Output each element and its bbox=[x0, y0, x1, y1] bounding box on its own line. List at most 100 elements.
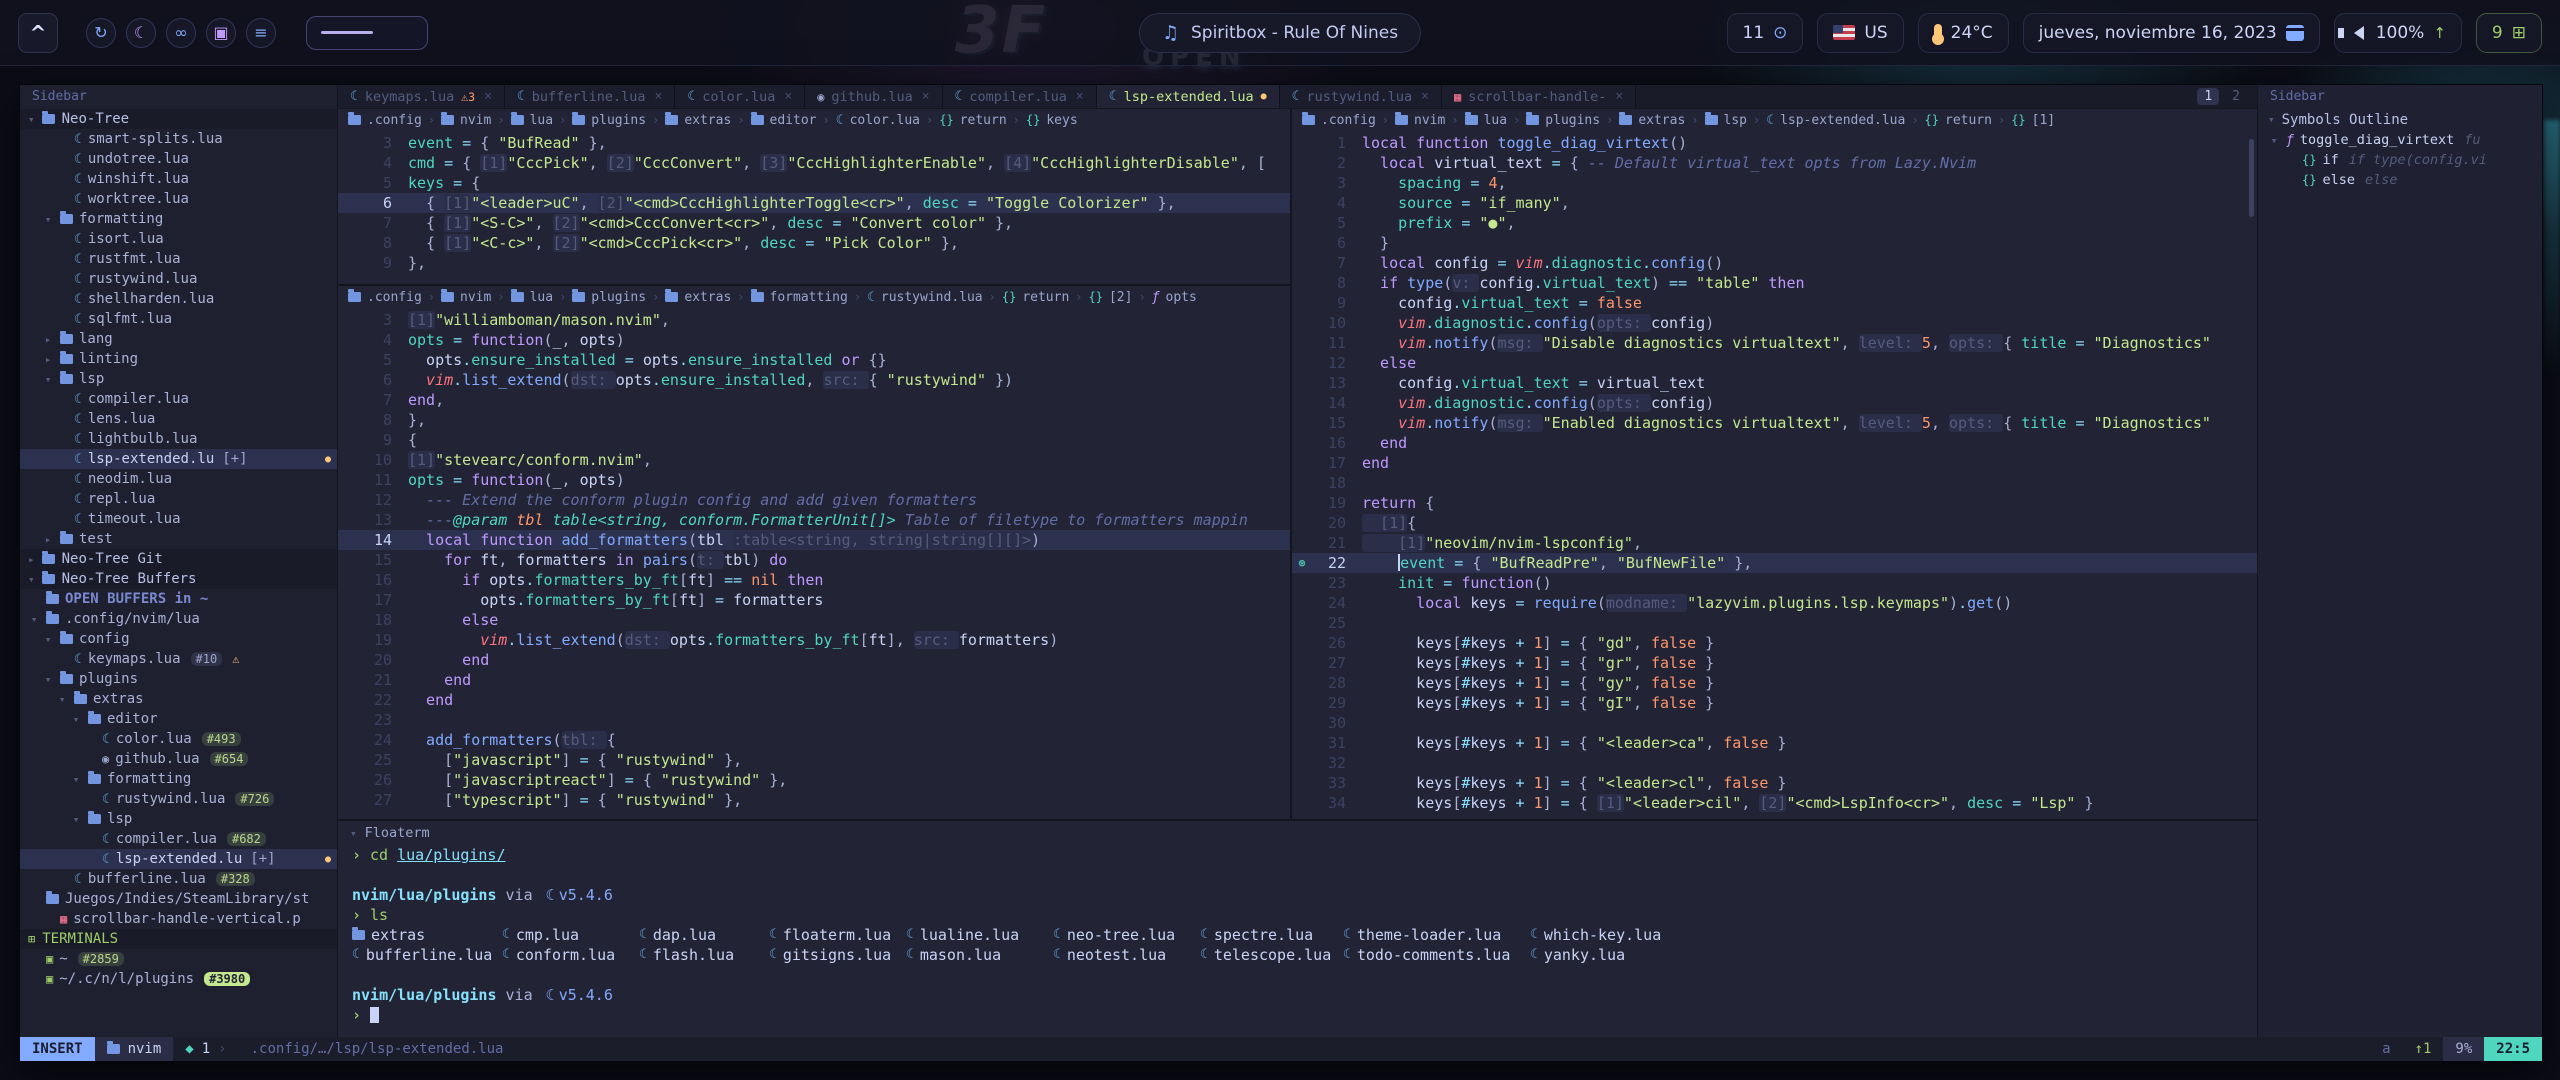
chevron-icon[interactable]: ▸ bbox=[42, 333, 54, 346]
date-widget[interactable]: jueves, noviembre 16, 2023 bbox=[2023, 13, 2320, 53]
workspace-icon-3[interactable]: ∞ bbox=[166, 18, 196, 48]
chevron-icon[interactable]: ▾ bbox=[42, 633, 54, 646]
code-area[interactable]: 3event = { "BufRead" },4cmd = { [1]"CccP… bbox=[338, 131, 1290, 273]
tree-item[interactable]: ▾plugins bbox=[20, 669, 337, 689]
workspace-icon-4[interactable]: ▣ bbox=[206, 18, 236, 48]
code-line[interactable]: 20 end bbox=[338, 650, 1290, 670]
close-icon[interactable]: × bbox=[1615, 89, 1623, 104]
code-area[interactable]: 1local function toggle_diag_virtext()2 l… bbox=[1292, 131, 2257, 813]
workspace-icon-2[interactable]: ☾ bbox=[126, 18, 156, 48]
keyboard-indicator[interactable]: 11 ⊙ bbox=[1727, 13, 1804, 53]
code-line[interactable]: 6 vim.list_extend(dst: opts.ensure_insta… bbox=[338, 370, 1290, 390]
tree-item[interactable]: ☾color.lua#493 bbox=[20, 729, 337, 749]
tree-item[interactable]: ☾lsp-extended.lu[+]● bbox=[20, 449, 337, 469]
tree-item[interactable]: ☾lightbulb.lua bbox=[20, 429, 337, 449]
chevron-icon[interactable]: ▾ bbox=[42, 673, 54, 686]
tree-item[interactable]: ☾sqlfmt.lua bbox=[20, 309, 337, 329]
language-indicator[interactable]: US bbox=[1817, 13, 1903, 53]
chevron-icon[interactable]: ▾ bbox=[28, 573, 35, 586]
code-line[interactable]: 15 vim.notify(msg: "Enabled diagnostics … bbox=[1292, 413, 2257, 433]
editor-pane-rustywind[interactable]: .config›nvim›lua›plugins›extras›formatti… bbox=[338, 286, 1290, 821]
code-line[interactable]: 6 { [1]"<leader>uC", [2]"<cmd>CccHighlig… bbox=[338, 193, 1290, 213]
outline-item[interactable]: {}elseelse bbox=[2258, 170, 2542, 190]
code-line[interactable]: 29 keys[#keys + 1] = { "gI", false } bbox=[1292, 693, 2257, 713]
workspace-icon-1[interactable]: ↻ bbox=[86, 18, 116, 48]
code-line[interactable]: 5 prefix = "●", bbox=[1292, 213, 2257, 233]
code-line[interactable]: 8}, bbox=[338, 410, 1290, 430]
tree-item[interactable]: ▾lsp bbox=[20, 809, 337, 829]
code-line[interactable]: 7end, bbox=[338, 390, 1290, 410]
chevron-icon[interactable]: ▾ bbox=[42, 213, 54, 226]
code-line[interactable]: 9 config.virtual_text = false bbox=[1292, 293, 2257, 313]
tree-item[interactable]: ☾undotree.lua bbox=[20, 149, 337, 169]
tree-item[interactable]: ☾compiler.lua#682 bbox=[20, 829, 337, 849]
code-line[interactable]: 4opts = function(_, opts) bbox=[338, 330, 1290, 350]
tree-item[interactable]: ▾lsp bbox=[20, 369, 337, 389]
tree-item[interactable]: ▾.config/nvim/lua bbox=[20, 609, 337, 629]
tree-item[interactable]: ☾repl.lua bbox=[20, 489, 337, 509]
tab-lsp-extended-lua[interactable]: ☾lsp-extended.lua● bbox=[1097, 85, 1280, 108]
close-icon[interactable]: × bbox=[484, 89, 492, 104]
code-line[interactable]: 9}, bbox=[338, 253, 1290, 273]
code-line[interactable]: 28 keys[#keys + 1] = { "gy", false } bbox=[1292, 673, 2257, 693]
code-line[interactable]: 9{ bbox=[338, 430, 1290, 450]
chevron-icon[interactable]: ▾ bbox=[70, 813, 82, 826]
code-line[interactable]: 23 init = function() bbox=[1292, 573, 2257, 593]
code-line[interactable]: 7 local config = vim.diagnostic.config() bbox=[1292, 253, 2257, 273]
code-line[interactable]: 10[1]"stevearc/conform.nvim", bbox=[338, 450, 1290, 470]
chevron-icon[interactable]: ▾ bbox=[70, 713, 82, 726]
tree-item[interactable]: ☾lens.lua bbox=[20, 409, 337, 429]
temperature-widget[interactable]: 24°C bbox=[1918, 13, 2009, 53]
code-line[interactable]: 19return { bbox=[1292, 493, 2257, 513]
code-line[interactable]: 4cmd = { [1]"CccPick", [2]"CccConvert", … bbox=[338, 153, 1290, 173]
app-launcher-button[interactable]: ^ bbox=[18, 13, 58, 53]
tree-item[interactable]: ☾rustywind.lua#726 bbox=[20, 789, 337, 809]
tree-item[interactable]: ☾lsp-extended.lu[+]● bbox=[20, 849, 337, 869]
tab-keymaps-lua[interactable]: ☾keymaps.lua⚠3× bbox=[338, 85, 505, 108]
workspace-count-widget[interactable]: 9 ⊞ bbox=[2476, 13, 2542, 53]
code-line[interactable]: 13 ---@param tbl table<string, conform.F… bbox=[338, 510, 1290, 530]
tab-color-lua[interactable]: ☾color.lua× bbox=[675, 85, 805, 108]
code-line[interactable]: 15 for ft, formatters in pairs(t: tbl) d… bbox=[338, 550, 1290, 570]
code-line[interactable]: 16 end bbox=[1292, 433, 2257, 453]
code-line[interactable]: 18 bbox=[1292, 473, 2257, 493]
tree-item[interactable]: ▦scrollbar-handle-vertical.p bbox=[20, 909, 337, 929]
tree-item[interactable]: ▾config bbox=[20, 629, 337, 649]
code-line[interactable]: 23 bbox=[338, 710, 1290, 730]
close-icon[interactable]: × bbox=[655, 89, 663, 104]
outline-item[interactable]: {}ifif type(config.vi bbox=[2258, 150, 2542, 170]
code-line[interactable]: 27 ["typescript"] = { "rustywind" }, bbox=[338, 790, 1290, 810]
chevron-icon[interactable]: ▾ bbox=[42, 373, 54, 386]
code-line[interactable]: 19 vim.list_extend(dst: opts.formatters_… bbox=[338, 630, 1290, 650]
tree-item[interactable]: ☾timeout.lua bbox=[20, 509, 337, 529]
tree-item[interactable]: Juegos/Indies/SteamLibrary/st bbox=[20, 889, 337, 909]
terminal-body[interactable]: ›cd lua/plugins/nvim/lua/plugins via ☾v5… bbox=[338, 845, 2257, 1025]
code-area[interactable]: 3[1]"williamboman/mason.nvim",4opts = fu… bbox=[338, 308, 1290, 810]
code-line[interactable]: 12 --- Extend the conform plugin config … bbox=[338, 490, 1290, 510]
code-line[interactable]: 17 opts.formatters_by_ft[ft] = formatter… bbox=[338, 590, 1290, 610]
tree-item[interactable]: ☾bufferline.lua#328 bbox=[20, 869, 337, 889]
tree-item[interactable]: ☾isort.lua bbox=[20, 229, 337, 249]
tree-section-header[interactable]: ▾Neo-Tree Buffers bbox=[20, 569, 337, 589]
code-line[interactable]: 10 vim.diagnostic.config(opts: config) bbox=[1292, 313, 2257, 333]
tree-item[interactable]: ▾editor bbox=[20, 709, 337, 729]
tab-scrollbar-handle-[interactable]: ▦scrollbar-handle-× bbox=[1442, 85, 1636, 108]
code-line[interactable]: 11opts = function(_, opts) bbox=[338, 470, 1290, 490]
code-line[interactable]: 26 keys[#keys + 1] = { "gd", false } bbox=[1292, 633, 2257, 653]
code-line[interactable]: 12 else bbox=[1292, 353, 2257, 373]
code-line[interactable]: 32 bbox=[1292, 753, 2257, 773]
scrollbar-handle[interactable] bbox=[2249, 139, 2254, 217]
tree-item[interactable]: ▾formatting bbox=[20, 769, 337, 789]
chevron-icon[interactable]: ▾ bbox=[28, 613, 40, 626]
workspace-icon-5[interactable]: ≡ bbox=[246, 18, 276, 48]
code-line[interactable]: 13 config.virtual_text = virtual_text bbox=[1292, 373, 2257, 393]
close-icon[interactable]: × bbox=[784, 89, 792, 104]
close-icon[interactable]: × bbox=[1421, 89, 1429, 104]
tabpage-2[interactable]: 2 bbox=[2225, 88, 2247, 105]
code-line[interactable]: 16 if opts.formatters_by_ft[ft] == nil t… bbox=[338, 570, 1290, 590]
tree-item[interactable]: OPEN BUFFERS in ~ bbox=[20, 589, 337, 609]
chevron-icon[interactable]: ▸ bbox=[42, 353, 54, 366]
tree-item[interactable]: ▣~#2859 bbox=[20, 949, 337, 969]
chevron-icon[interactable]: ▸ bbox=[28, 553, 35, 566]
tree-item[interactable]: ☾shellharden.lua bbox=[20, 289, 337, 309]
